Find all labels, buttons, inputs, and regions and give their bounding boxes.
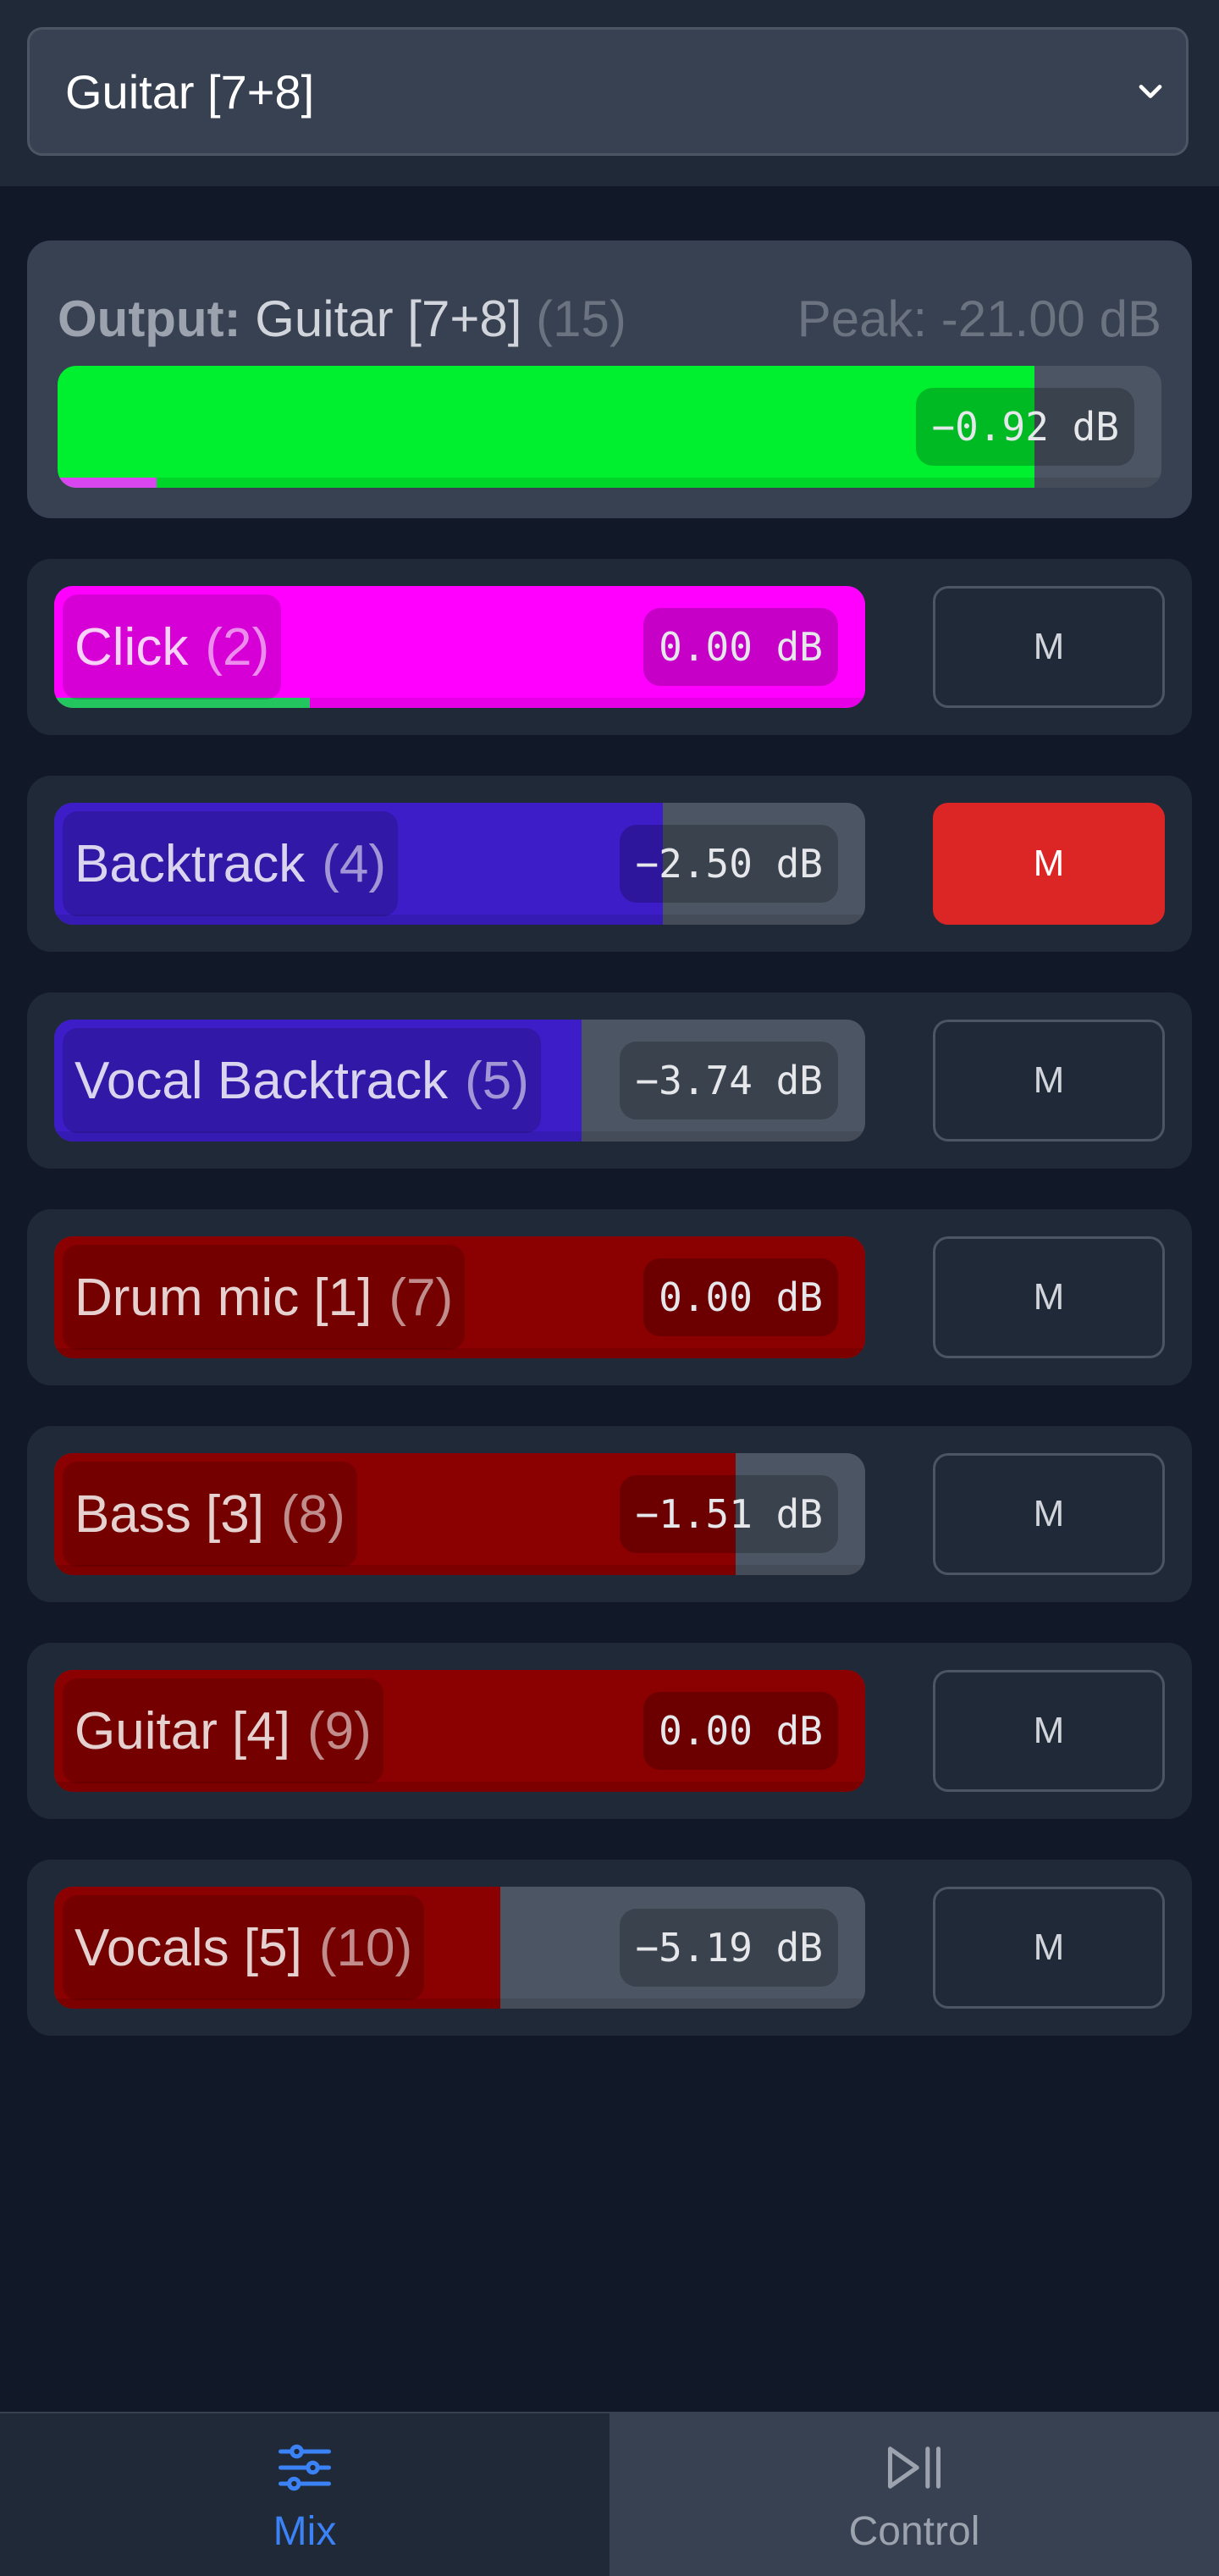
channel-db-value: −2.50 dB (620, 825, 838, 903)
channel-label: Vocal Backtrack (5) (54, 1020, 541, 1142)
tab-mix-label: Mix (273, 2508, 337, 2554)
channel-row: Guitar [4] (9) 0.00 dB M (27, 1643, 1192, 1819)
sliders-icon (278, 2444, 332, 2490)
output-index: (15) (536, 290, 626, 347)
channel-label-chip: Backtrack (4) (63, 811, 398, 916)
channel-fader[interactable]: Click (2) 0.00 dB (54, 586, 865, 708)
play-pause-icon (887, 2446, 941, 2489)
mute-button[interactable]: M (933, 1020, 1165, 1142)
channel-name: Backtrack (74, 834, 306, 893)
tab-mix[interactable]: Mix (0, 2413, 610, 2576)
mute-button[interactable]: M (933, 1453, 1165, 1575)
channel-db-value: −5.19 dB (620, 1909, 838, 1987)
channel-fader[interactable]: Bass [3] (8) −1.51 dB (54, 1453, 865, 1575)
output-level-track (58, 478, 1161, 488)
mute-button[interactable]: M (933, 1887, 1165, 2009)
channel-fader[interactable]: Drum mic [1] (7) 0.00 dB (54, 1236, 865, 1358)
channel-db-value: −1.51 dB (620, 1475, 838, 1553)
channel-name: Vocals [5] (74, 1918, 302, 1977)
channel-index: (9) (307, 1701, 372, 1761)
channel-fader[interactable]: Guitar [4] (9) 0.00 dB (54, 1670, 865, 1792)
tab-control[interactable]: Control (610, 2413, 1219, 2576)
channel-fader[interactable]: Vocal Backtrack (5) −3.74 dB (54, 1020, 865, 1142)
channel-db-value: −3.74 dB (620, 1042, 838, 1119)
channel-name: Guitar [4] (74, 1701, 290, 1761)
channel-label-chip: Drum mic [1] (7) (63, 1245, 466, 1350)
output-label: Output: (58, 290, 241, 347)
channel-index: (8) (281, 1484, 345, 1544)
output-selector-dropdown[interactable]: Guitar [7+8] (27, 27, 1189, 156)
channel-index: (10) (318, 1918, 413, 1977)
channel-label: Bass [3] (8) (54, 1453, 357, 1575)
channel-name: Drum mic [1] (74, 1268, 372, 1327)
mute-button[interactable]: M (933, 1236, 1165, 1358)
mute-button[interactable]: M (933, 1670, 1165, 1792)
channel-index: (2) (205, 617, 270, 677)
channel-label: Drum mic [1] (7) (54, 1236, 466, 1358)
output-header: Output: Guitar [7+8] (15) Peak: -21.00 d… (58, 285, 1161, 352)
channel-label-chip: Bass [3] (8) (63, 1462, 357, 1567)
channel-label-chip: Click (2) (63, 594, 282, 699)
output-name: Guitar [7+8] (255, 290, 522, 347)
channel-row: Vocals [5] (10) −5.19 dB M (27, 1860, 1192, 2036)
channel-label-chip: Vocals [5] (10) (63, 1895, 425, 2000)
mute-button[interactable]: M (933, 803, 1165, 925)
channel-label-chip: Vocal Backtrack (5) (63, 1028, 541, 1133)
output-db-value: −0.92 dB (916, 388, 1134, 466)
channel-row: Click (2) 0.00 dB M (27, 559, 1192, 735)
bottom-tab-bar: Mix Control (0, 2412, 1219, 2576)
channel-label: Guitar [4] (9) (54, 1670, 383, 1792)
top-bar: Guitar [7+8] (0, 0, 1219, 186)
channel-label: Click (2) (54, 586, 282, 708)
output-fader[interactable]: −0.92 dB (58, 366, 1161, 488)
chevron-down-icon (1139, 85, 1162, 98)
channel-index: (7) (389, 1268, 454, 1327)
channel-row: Drum mic [1] (7) 0.00 dB M (27, 1209, 1192, 1385)
output-title: Output: Guitar [7+8] (15) (58, 290, 626, 348)
channel-row: Bass [3] (8) −1.51 dB M (27, 1426, 1192, 1602)
channel-index: (5) (465, 1051, 529, 1110)
output-fader-fill (58, 366, 1035, 488)
channel-index: (4) (322, 834, 386, 893)
channel-label: Vocals [5] (10) (54, 1887, 425, 2009)
channel-name: Click (74, 617, 189, 677)
channel-fader[interactable]: Vocals [5] (10) −5.19 dB (54, 1887, 865, 2009)
channel-name: Bass [3] (74, 1484, 264, 1544)
channel-name: Vocal Backtrack (74, 1051, 449, 1110)
channel-label-chip: Guitar [4] (9) (63, 1678, 383, 1783)
output-card: Output: Guitar [7+8] (15) Peak: -21.00 d… (27, 240, 1192, 518)
output-level-meter (58, 478, 157, 488)
channel-label: Backtrack (4) (54, 803, 398, 925)
selector-value: Guitar [7+8] (65, 64, 315, 119)
channel-row: Backtrack (4) −2.50 dB M (27, 776, 1192, 952)
output-peak: Peak: -21.00 dB (797, 290, 1161, 347)
channel-db-value: 0.00 dB (643, 1692, 838, 1770)
channel-fader[interactable]: Backtrack (4) −2.50 dB (54, 803, 865, 925)
channel-db-value: 0.00 dB (643, 1258, 838, 1336)
mute-button[interactable]: M (933, 586, 1165, 708)
channel-db-value: 0.00 dB (643, 608, 838, 686)
tab-control-label: Control (848, 2508, 980, 2554)
channel-row: Vocal Backtrack (5) −3.74 dB M (27, 992, 1192, 1169)
